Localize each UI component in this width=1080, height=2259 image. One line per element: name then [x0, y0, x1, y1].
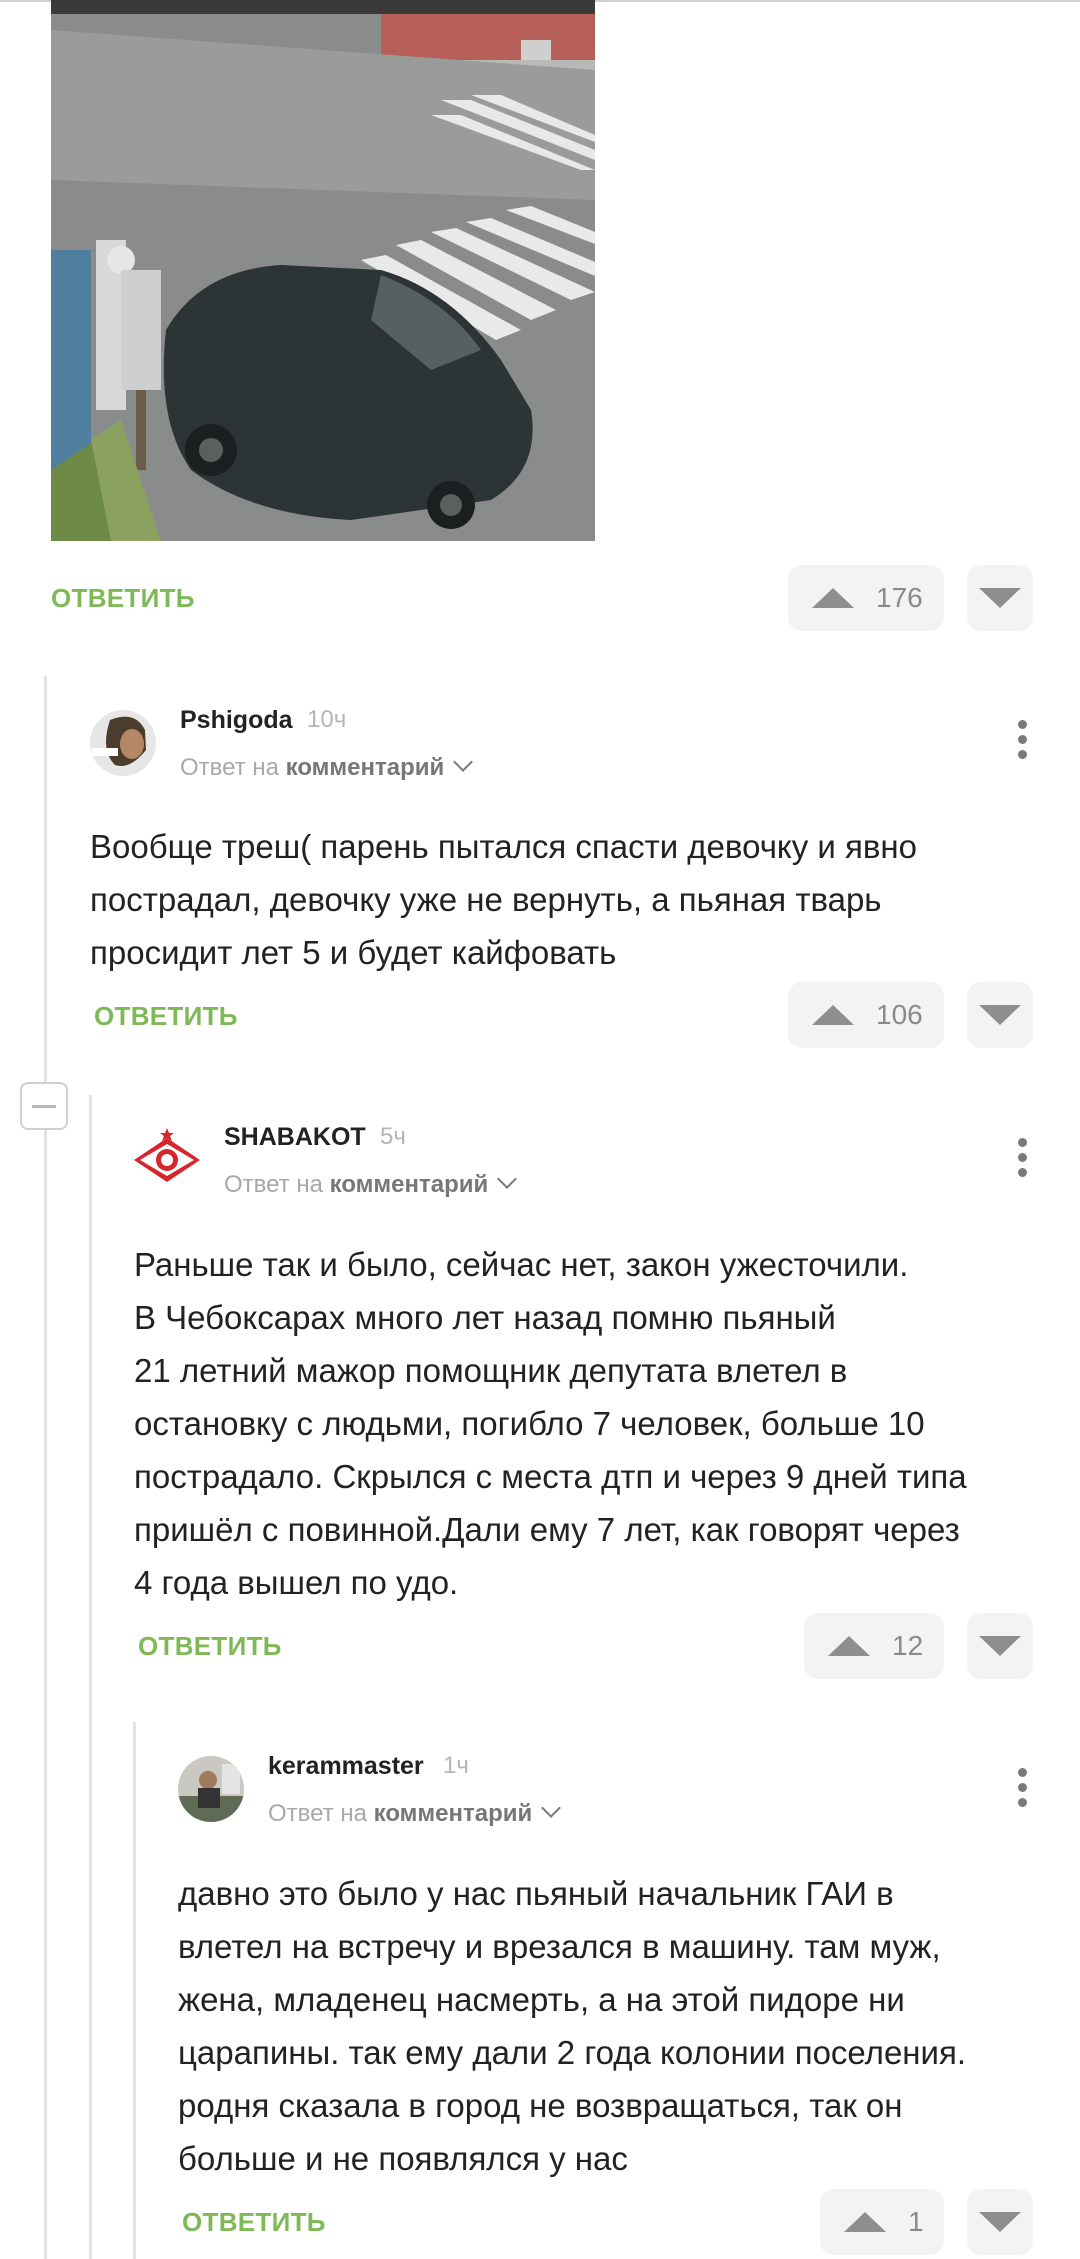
reply-to-link[interactable]: Ответ на комментарий: [268, 1798, 562, 1828]
downvote-arrow-icon: [979, 588, 1021, 608]
comment-text: Вообще треш( парень пытался спасти девоч…: [90, 820, 917, 979]
comment-line: остановку с людьми, погибло 7 человек, б…: [134, 1405, 925, 1442]
comment-line: Вообще треш( парень пытался спасти девоч…: [90, 828, 917, 865]
comment-text: давно это было у нас пьяный начальник ГА…: [178, 1867, 966, 2185]
comment-line: жена, младенец насмерть, а на этой пидор…: [178, 1981, 905, 2018]
reply-link[interactable]: Ответить: [51, 583, 195, 614]
rating-count: 176: [876, 582, 923, 613]
avatar[interactable]: [178, 1756, 244, 1822]
comment-line: влетел на встречу и врезался в машину. т…: [178, 1928, 941, 1965]
reply-to-target: комментарий: [329, 1171, 489, 1198]
reply-link[interactable]: Ответить: [182, 2207, 326, 2238]
reply-to-target: комментарий: [373, 1800, 533, 1827]
chevron-down-icon: [497, 1169, 518, 1189]
upvote-arrow-icon: [844, 2212, 886, 2232]
rating-count: 12: [892, 1630, 924, 1661]
rating-count: 106: [876, 999, 923, 1030]
collapse-thread-button[interactable]: [20, 1082, 68, 1130]
comment-line: пострадал, девочку уже не вернуть, а пья…: [90, 881, 882, 918]
comment-username[interactable]: SHABAKOT: [224, 1123, 366, 1152]
comment-line: 4 года вышел по удо.: [134, 1564, 459, 1601]
thread-line: [89, 1095, 92, 2259]
downvote-arrow-icon: [979, 1005, 1021, 1025]
reply-to-link[interactable]: Ответ на комментарий: [224, 1169, 518, 1199]
post-image[interactable]: [51, 0, 595, 541]
upvote-arrow-icon: [828, 1636, 870, 1656]
comment-text: Раньше так и было, сейчас нет, закон уже…: [134, 1238, 967, 1609]
comment-line: давно это было у нас пьяный начальник ГА…: [178, 1875, 894, 1912]
upvote-button[interactable]: 176: [788, 565, 944, 631]
downvote-button[interactable]: [967, 2189, 1033, 2255]
upvote-button[interactable]: 12: [804, 1613, 944, 1679]
comment-line: пострадало. Скрылся с места дтп и через …: [134, 1458, 967, 1495]
minus-icon: [32, 1104, 56, 1108]
reply-to-prefix: Ответ на: [180, 754, 286, 781]
reply-to-prefix: Ответ на: [224, 1171, 330, 1198]
reply-link[interactable]: Ответить: [138, 1631, 282, 1662]
comment-line: пришёл с повинной.Дали ему 7 лет, как го…: [134, 1511, 960, 1548]
downvote-button[interactable]: [967, 1613, 1033, 1679]
comment-time: 1ч: [443, 1752, 469, 1779]
avatar[interactable]: [90, 710, 156, 776]
upvote-button[interactable]: 106: [788, 982, 944, 1048]
avatar[interactable]: [134, 1126, 200, 1192]
rating-count: 1: [908, 2206, 924, 2237]
reply-to-target: комментарий: [285, 754, 445, 781]
comment-line: Раньше так и было, сейчас нет, закон уже…: [134, 1246, 909, 1283]
more-options-button[interactable]: [1012, 720, 1032, 766]
upvote-arrow-icon: [812, 1005, 854, 1025]
more-options-button[interactable]: [1012, 1768, 1032, 1814]
comment-username[interactable]: kerammaster: [268, 1752, 424, 1781]
thread-line: [133, 1722, 136, 2259]
more-options-button[interactable]: [1012, 1138, 1032, 1184]
thread-line: [44, 676, 47, 2259]
comment-time: 5ч: [380, 1123, 406, 1150]
reply-link[interactable]: Ответить: [94, 1001, 238, 1032]
upvote-arrow-icon: [812, 588, 854, 608]
downvote-arrow-icon: [979, 1636, 1021, 1656]
comment-line: больше и не появлялся у нас: [178, 2140, 628, 2177]
comment-line: родня сказала в город не возвращаться, т…: [178, 2087, 903, 2124]
chevron-down-icon: [453, 752, 474, 772]
comment-line: В Чебоксарах много лет назад помню пьяны…: [134, 1299, 836, 1336]
comment-line: царапины. так ему дали 2 года колонии по…: [178, 2034, 966, 2071]
chevron-down-icon: [541, 1798, 562, 1818]
reply-to-prefix: Ответ на: [268, 1800, 374, 1827]
reply-to-link[interactable]: Ответ на комментарий: [180, 752, 474, 782]
comment-line: 21 летний мажор помощник депутата влетел…: [134, 1352, 848, 1389]
comment-line: просидит лет 5 и будет кайфовать: [90, 934, 617, 971]
upvote-button[interactable]: 1: [820, 2189, 944, 2255]
downvote-button[interactable]: [967, 565, 1033, 631]
downvote-button[interactable]: [967, 982, 1033, 1048]
comment-username[interactable]: Pshigoda: [180, 706, 293, 735]
downvote-arrow-icon: [979, 2212, 1021, 2232]
comment-time: 10ч: [307, 706, 347, 733]
